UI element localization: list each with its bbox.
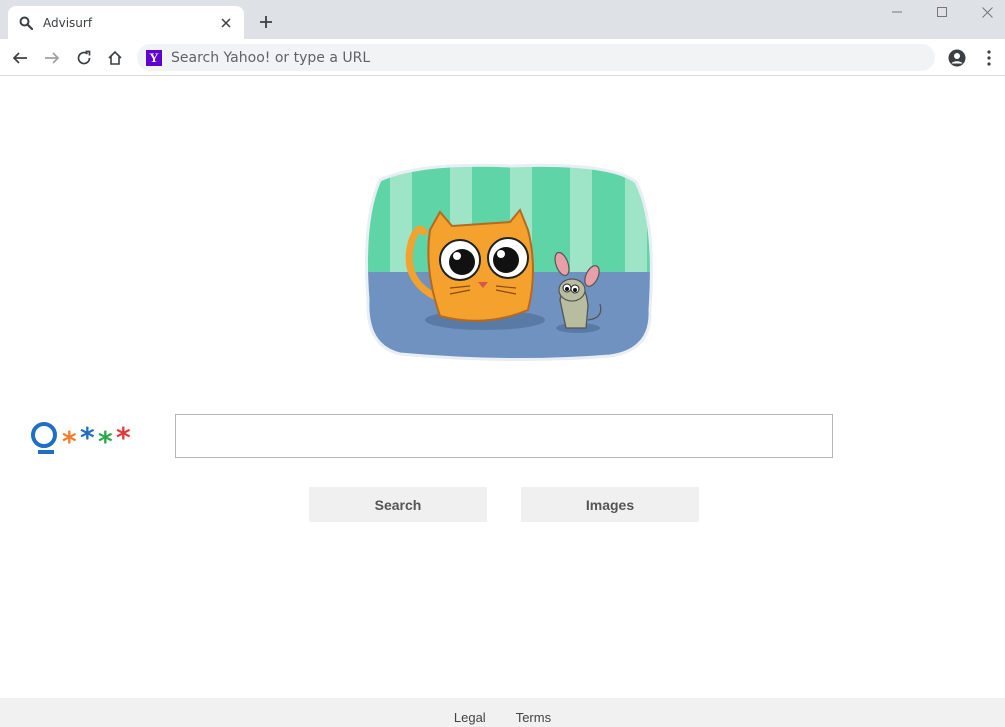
svg-text:*: * bbox=[62, 425, 77, 457]
new-tab-icon[interactable] bbox=[256, 12, 276, 32]
footer-link-legal[interactable]: Legal bbox=[454, 710, 486, 725]
svg-text:*: * bbox=[98, 425, 113, 457]
minimize-icon[interactable] bbox=[874, 0, 920, 24]
tab-title: Advisurf bbox=[43, 15, 93, 30]
footer-link-terms[interactable]: Terms bbox=[516, 710, 551, 725]
tab-strip: Advisurf bbox=[0, 0, 1005, 39]
svg-text:*: * bbox=[116, 421, 131, 454]
images-button[interactable]: Images bbox=[521, 487, 699, 522]
close-tab-icon[interactable] bbox=[218, 15, 234, 31]
search-icon bbox=[18, 15, 34, 31]
forward-arrow-icon[interactable] bbox=[38, 44, 66, 72]
cat-and-mouse-illustration bbox=[365, 163, 653, 362]
address-bar[interactable]: Y bbox=[137, 44, 935, 71]
browser-toolbar: Y bbox=[0, 39, 1005, 76]
maximize-icon[interactable] bbox=[919, 0, 965, 24]
home-icon[interactable] bbox=[101, 44, 129, 72]
search-input[interactable] bbox=[175, 414, 833, 458]
menu-kebab-icon[interactable] bbox=[975, 44, 1003, 72]
window-close-icon[interactable] bbox=[964, 0, 1005, 24]
site-logo: * * * * bbox=[31, 421, 131, 457]
tab-advisurf[interactable]: Advisurf bbox=[8, 6, 244, 39]
back-arrow-icon[interactable] bbox=[6, 44, 34, 72]
yahoo-logo-icon: Y bbox=[146, 49, 162, 66]
profile-icon[interactable] bbox=[943, 44, 971, 72]
footer: Legal Terms bbox=[0, 698, 1005, 727]
search-button[interactable]: Search bbox=[309, 487, 487, 522]
svg-text:*: * bbox=[80, 421, 95, 454]
reload-icon[interactable] bbox=[70, 44, 98, 72]
address-input[interactable] bbox=[171, 49, 871, 66]
